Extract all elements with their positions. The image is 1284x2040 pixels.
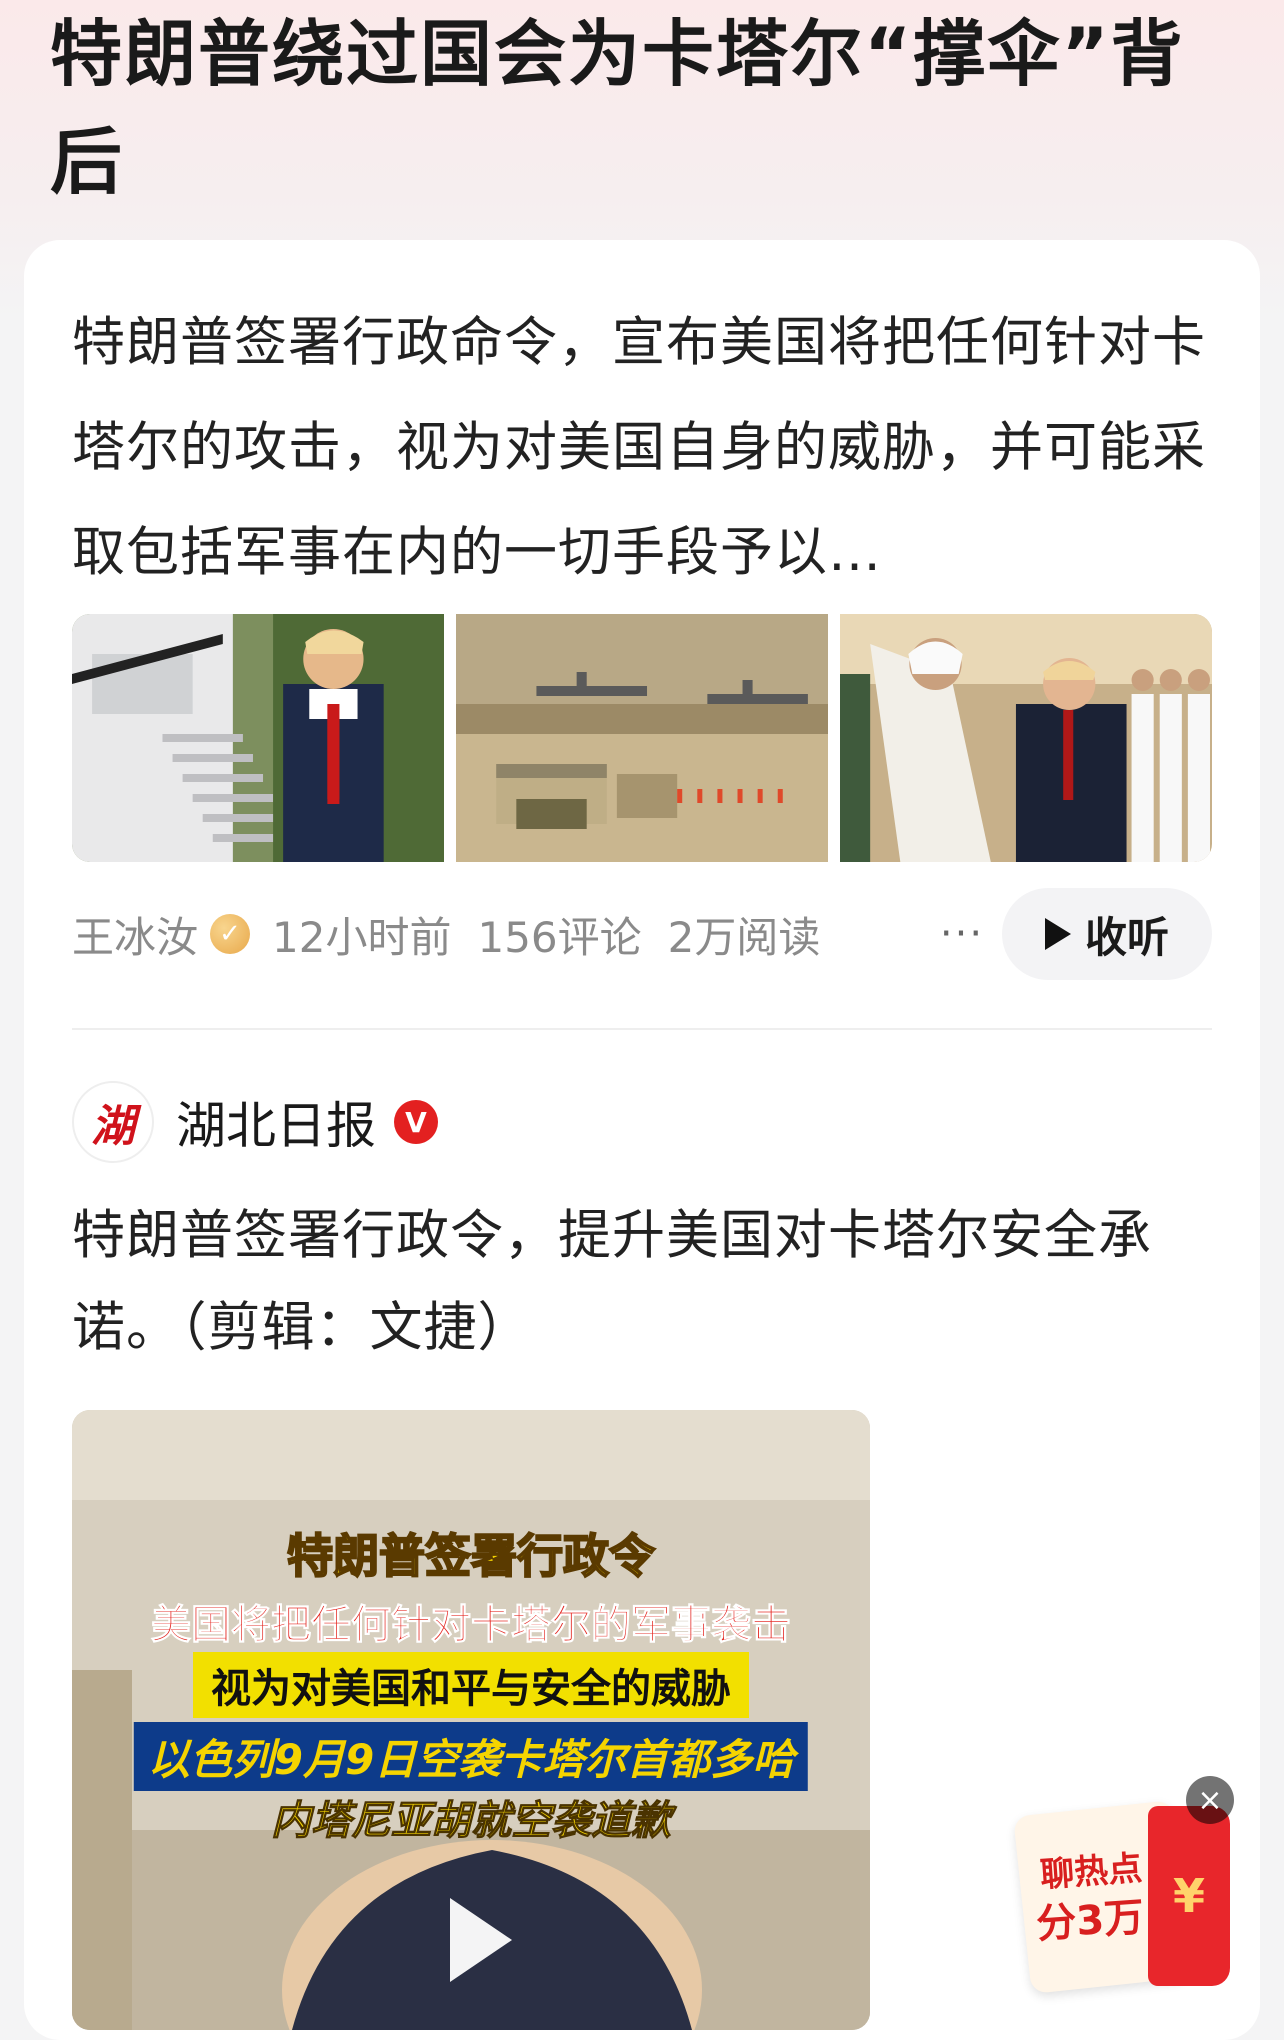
video-caption-5: 内塔尼亚胡就空袭道歉 — [271, 1798, 672, 1845]
article-summary[interactable]: 特朗普签署行政命令，宣布美国将把任何针对卡塔尔的攻击，视为对美国自身的威胁，并可… — [72, 290, 1212, 605]
verified-v-icon: V — [394, 1100, 438, 1144]
thumbnail-photo-1[interactable] — [72, 614, 444, 862]
article-meta: 王冰汝 ✓ 12小时前 156评论 2万阅读 ··· 收听 — [72, 888, 1212, 980]
source-name[interactable]: 湖北日报 — [176, 1086, 376, 1158]
video-caption-1: 特朗普签署行政令 — [286, 1528, 656, 1584]
video-caption-4: 以色列9月9日空袭卡塔尔首都多哈 — [133, 1722, 809, 1791]
source-logo[interactable]: 湖 — [72, 1081, 154, 1163]
page-title: 特朗普绕过国会为卡塔尔“撑伞”背后 — [50, 12, 1185, 204]
author-name[interactable]: 王冰汝 — [72, 904, 198, 965]
thumbnail-photo-3[interactable] — [840, 614, 1212, 862]
promo-line-2[interactable]: 分3万 — [1034, 1884, 1146, 1949]
video-play-icon[interactable] — [412, 1880, 532, 2000]
post-text[interactable]: 特朗普签署行政令，提升美国对卡塔尔安全承诺。（剪辑：文捷） — [72, 1190, 1212, 1374]
video-player[interactable]: 特朗普签署行政令 美国将把任何针对卡塔尔的军事袭击 视为对美国和平与安全的威胁 … — [72, 1410, 870, 2030]
close-icon[interactable]: × — [1186, 1776, 1234, 1824]
source-logo-char: 湖 — [91, 1101, 135, 1152]
video-caption-3: 视为对美国和平与安全的威胁 — [193, 1652, 749, 1718]
verified-gold-icon: ✓ — [210, 914, 251, 954]
divider — [72, 1028, 1212, 1030]
listen-label: 收听 — [1084, 912, 1169, 962]
listen-button[interactable]: 收听 — [1002, 888, 1212, 980]
video-caption-2: 美国将把任何针对卡塔尔的军事袭击 — [151, 1602, 792, 1649]
image-gallery — [72, 614, 1212, 862]
publish-time: 12小时前 — [272, 912, 452, 962]
promo-red-packet[interactable]: ¥ — [1148, 1806, 1230, 1986]
play-icon — [1044, 918, 1071, 950]
source-header[interactable]: 湖 湖北日报 V — [72, 1080, 438, 1164]
more-options-icon[interactable]: ··· — [912, 888, 1012, 980]
thumbnail-photo-2[interactable] — [456, 614, 828, 862]
comment-count[interactable]: 156评论 — [477, 904, 641, 965]
read-count: 2万阅读 — [667, 912, 821, 962]
